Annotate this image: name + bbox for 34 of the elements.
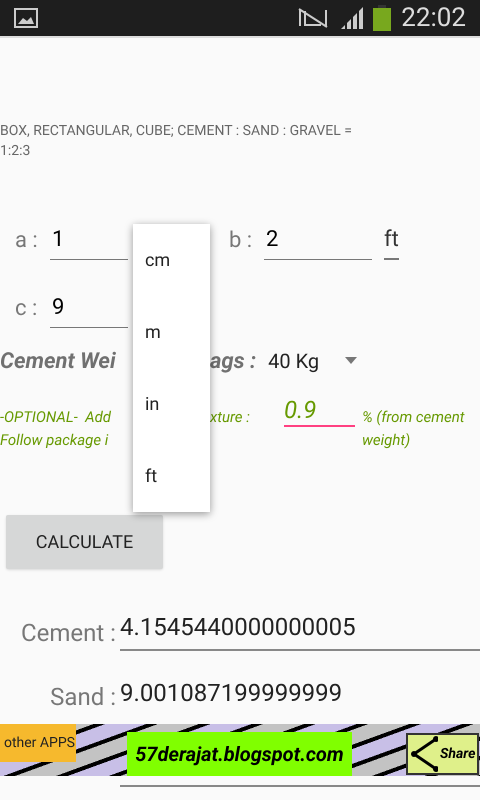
unit-menu-item[interactable]: ft — [133, 440, 210, 512]
unit-menu-item[interactable]: cm — [133, 224, 210, 296]
dimension-field[interactable]: 9 — [50, 288, 128, 328]
result-label: Cement : — [20, 618, 117, 649]
share-icon — [410, 736, 438, 772]
unit-menu-item[interactable]: m — [133, 296, 210, 368]
admixture-note: xture : — [210, 407, 250, 428]
admixture-note: -OPTIONAL- Add — [0, 407, 112, 428]
picture-icon — [14, 8, 38, 28]
result-label: Sand : — [49, 682, 117, 713]
dimension-label: b : — [228, 226, 254, 254]
share-button[interactable]: Share — [406, 733, 479, 775]
dimension-field[interactable]: 1 — [50, 220, 128, 260]
other-apps-button[interactable]: other APPS — [0, 724, 76, 762]
dimension-label: c : — [14, 294, 38, 322]
admixture-note: Follow package i — [0, 430, 110, 451]
vibrate-mute-icon — [297, 7, 330, 29]
cement-weight-label: ags : — [210, 348, 256, 376]
unit-spinner[interactable]: ft — [384, 220, 399, 260]
calculate-button[interactable]: CALCULATE — [6, 515, 163, 569]
result-field: 4.1545440000000005 — [120, 609, 480, 651]
result-field: 9.001087199999999 — [120, 675, 480, 715]
dropdown-arrow-icon — [345, 357, 358, 365]
unit-menu-item[interactable]: in — [133, 368, 210, 440]
cement-weight-dropdown[interactable]: 40 Kg — [268, 346, 358, 376]
status-time: 22:02 — [401, 2, 466, 34]
website-link[interactable]: 57derajat.blogspot.com — [127, 732, 352, 776]
dimension-label: a : — [14, 226, 39, 254]
battery-icon — [373, 5, 392, 31]
cement-weight-label: Cement Wei — [0, 348, 117, 376]
description-text: BOX, RECTANGULAR, CUBE; CEMENT : SAND : GRAVEL = 1:2:3 — [0, 122, 353, 161]
signal-icon — [341, 7, 366, 29]
dimension-field[interactable]: 2 — [264, 220, 372, 260]
admixture-unit-text: % (from cement weight) — [362, 407, 466, 451]
